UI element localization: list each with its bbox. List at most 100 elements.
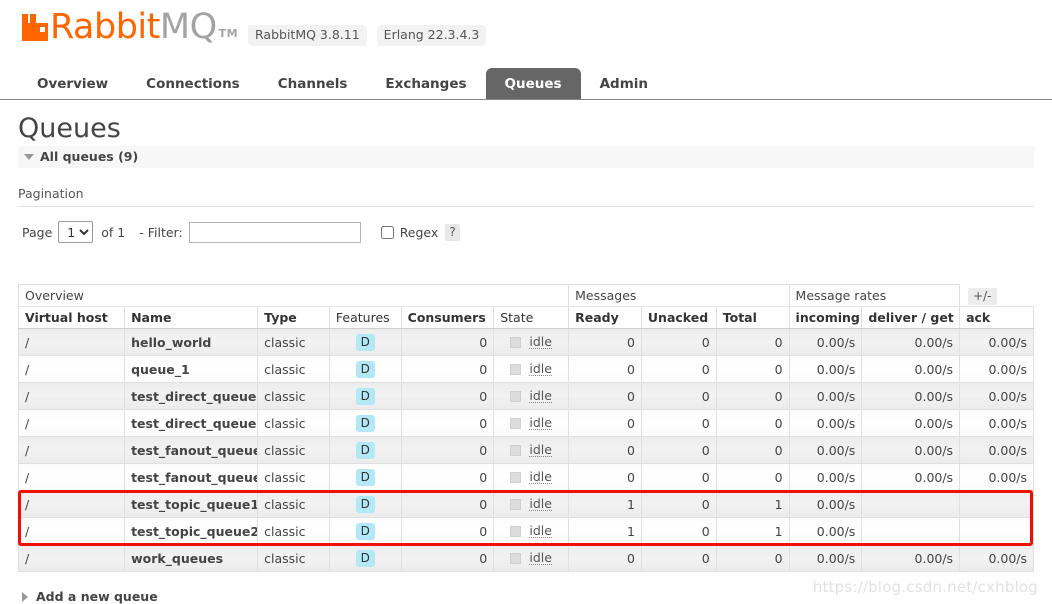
state-indicator: idle bbox=[500, 335, 562, 349]
feature-durable-badge[interactable]: D bbox=[355, 522, 375, 540]
cell-type: classic bbox=[257, 463, 330, 491]
queue-name-link[interactable]: test_topic_queue2 bbox=[124, 517, 259, 545]
tab-exchanges[interactable]: Exchanges bbox=[366, 68, 485, 99]
regex-group: Regex ? bbox=[380, 223, 460, 241]
queues-table: Overview Messages Message rates +/- Virt… bbox=[17, 284, 1034, 572]
state-text: idle bbox=[529, 496, 552, 511]
cell-consumers: 0 bbox=[400, 517, 495, 545]
table-row: / test_direct_queue1 classic D 0 idle 0 0 0 0.00/… bbox=[17, 382, 1034, 410]
col-deliver-get[interactable]: deliver / get bbox=[861, 306, 961, 329]
cell-state: idle bbox=[493, 490, 570, 518]
state-square-icon bbox=[510, 390, 522, 402]
regex-checkbox[interactable] bbox=[380, 225, 394, 239]
queue-name-link[interactable]: work_queues bbox=[124, 544, 259, 572]
plus-minus-button[interactable]: +/- bbox=[968, 287, 997, 305]
cell-deliver-get: 0.00/s bbox=[861, 436, 961, 464]
col-type[interactable]: Type bbox=[257, 306, 330, 329]
rabbitmq-logo[interactable]: RabbitMQ TM bbox=[22, 10, 238, 45]
col-ready[interactable]: Ready bbox=[568, 306, 642, 329]
queue-name-link[interactable]: test_direct_queue2 bbox=[124, 409, 259, 437]
tab-connections[interactable]: Connections bbox=[127, 68, 259, 99]
feature-durable-badge[interactable]: D bbox=[355, 414, 375, 432]
page-select[interactable]: 1 bbox=[58, 221, 94, 243]
cell-type: classic bbox=[257, 517, 330, 545]
queue-name-link[interactable]: test_direct_queue1 bbox=[124, 382, 259, 410]
cell-incoming: 0.00/s bbox=[788, 544, 863, 572]
cell-ack: 0.00/s bbox=[959, 409, 1034, 437]
cell-features: D bbox=[328, 355, 402, 383]
cell-type: classic bbox=[257, 544, 330, 572]
cell-total: 1 bbox=[715, 517, 790, 545]
state-indicator: idle bbox=[500, 416, 562, 430]
pagination-heading: Pagination bbox=[18, 186, 1034, 207]
logo-rabbit-text: Rabbit bbox=[50, 7, 160, 47]
cell-unacked: 0 bbox=[640, 517, 717, 545]
cell-unacked: 0 bbox=[640, 490, 717, 518]
col-consumers[interactable]: Consumers bbox=[400, 306, 495, 329]
cell-type: classic bbox=[257, 382, 330, 410]
feature-durable-badge[interactable]: D bbox=[355, 360, 375, 378]
cell-features: D bbox=[328, 544, 402, 572]
tab-overview[interactable]: Overview bbox=[18, 68, 127, 99]
page-header: RabbitMQ TM RabbitMQ 3.8.11 Erlang 22.3.… bbox=[0, 0, 1052, 58]
tab-queues[interactable]: Queues bbox=[485, 68, 581, 99]
state-square-icon bbox=[510, 471, 522, 483]
cell-virtual-host: / bbox=[17, 355, 126, 383]
cell-unacked: 0 bbox=[640, 463, 717, 491]
col-incoming[interactable]: incoming bbox=[788, 306, 863, 329]
all-queues-section-toggle[interactable]: All queues (9) bbox=[18, 146, 1034, 168]
tab-admin[interactable]: Admin bbox=[581, 68, 667, 99]
state-text: idle bbox=[529, 523, 552, 538]
feature-durable-badge[interactable]: D bbox=[355, 333, 375, 351]
queue-name-link[interactable]: hello_world bbox=[124, 328, 259, 356]
cell-unacked: 0 bbox=[640, 436, 717, 464]
filter-label: - Filter: bbox=[139, 224, 183, 240]
cell-ready: 0 bbox=[568, 463, 642, 491]
cell-virtual-host: / bbox=[17, 328, 126, 356]
cell-ack bbox=[959, 490, 1034, 518]
cell-total: 0 bbox=[715, 544, 790, 572]
queue-name-link[interactable]: test_fanout_queue2 bbox=[124, 463, 259, 491]
cell-state: idle bbox=[493, 355, 570, 383]
feature-durable-badge[interactable]: D bbox=[355, 495, 375, 513]
cell-virtual-host: / bbox=[17, 544, 126, 572]
cell-incoming: 0.00/s bbox=[788, 463, 863, 491]
all-queues-label: All queues (9) bbox=[40, 149, 139, 164]
col-virtual-host[interactable]: Virtual host bbox=[17, 306, 126, 329]
queue-name-link[interactable]: test_fanout_queue1 bbox=[124, 436, 259, 464]
feature-durable-badge[interactable]: D bbox=[355, 441, 375, 459]
cell-consumers: 0 bbox=[400, 436, 495, 464]
cell-ack: 0.00/s bbox=[959, 463, 1034, 491]
filter-input[interactable] bbox=[188, 221, 361, 243]
state-text: idle bbox=[529, 361, 552, 376]
cell-features: D bbox=[328, 436, 402, 464]
state-square-icon bbox=[510, 525, 522, 537]
state-indicator: idle bbox=[500, 524, 562, 538]
cell-ack: 0.00/s bbox=[959, 355, 1034, 383]
state-square-icon bbox=[510, 363, 522, 375]
cell-consumers: 0 bbox=[400, 544, 495, 572]
cell-ack: 0.00/s bbox=[959, 382, 1034, 410]
table-row: / test_fanout_queue1 classic D 0 idle 0 0 0 0.00/… bbox=[17, 436, 1034, 464]
logo-mq-text: MQ bbox=[159, 7, 217, 47]
cell-unacked: 0 bbox=[640, 355, 717, 383]
regex-help-icon[interactable]: ? bbox=[445, 223, 460, 241]
col-total[interactable]: Total bbox=[715, 306, 790, 329]
cell-total: 0 bbox=[715, 328, 790, 356]
col-name[interactable]: Name bbox=[124, 306, 259, 329]
queue-name-link[interactable]: test_topic_queue1 bbox=[124, 490, 259, 518]
col-unacked[interactable]: Unacked bbox=[640, 306, 717, 329]
queue-name-link[interactable]: queue_1 bbox=[124, 355, 259, 383]
feature-durable-badge[interactable]: D bbox=[355, 387, 375, 405]
state-square-icon bbox=[510, 417, 522, 429]
cell-total: 1 bbox=[715, 490, 790, 518]
rabbitmq-management-page: RabbitMQ TM RabbitMQ 3.8.11 Erlang 22.3.… bbox=[0, 0, 1052, 604]
cell-total: 0 bbox=[715, 436, 790, 464]
col-ack[interactable]: ack bbox=[959, 306, 1034, 329]
feature-durable-badge[interactable]: D bbox=[355, 549, 375, 567]
rabbit-head-icon bbox=[22, 14, 48, 41]
cell-type: classic bbox=[257, 436, 330, 464]
feature-durable-badge[interactable]: D bbox=[355, 468, 375, 486]
tab-channels[interactable]: Channels bbox=[259, 68, 367, 99]
cell-virtual-host: / bbox=[17, 463, 126, 491]
